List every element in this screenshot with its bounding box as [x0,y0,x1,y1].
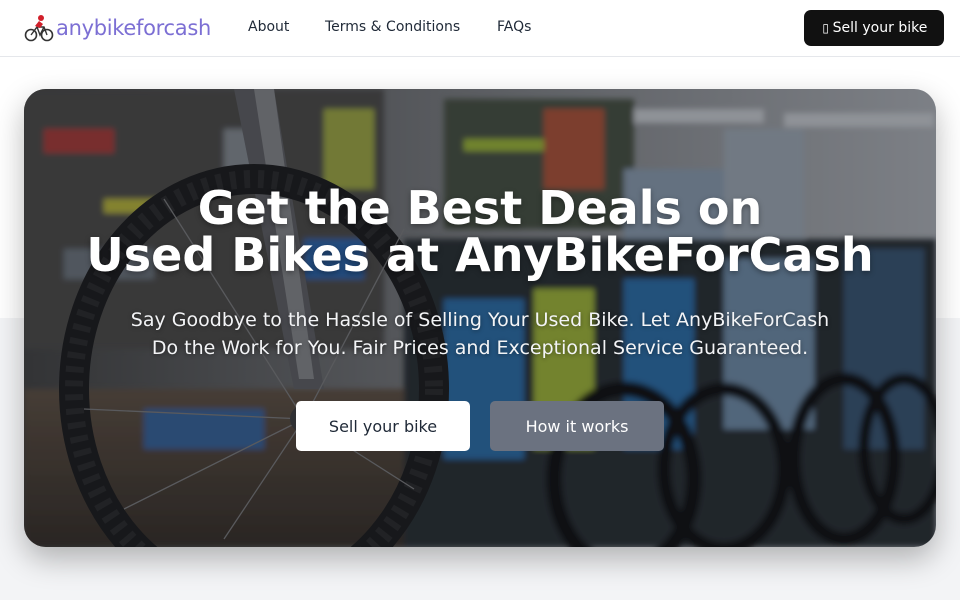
nav-faqs[interactable]: FAQs [497,19,531,35]
site-logo[interactable]: anybikeforcash [24,12,211,44]
logo-wordmark: anybikeforcash [56,15,211,40]
hero-title-line2: Used Bikes at AnyBikeForCash [86,228,874,282]
header-sell-bike-button[interactable]: ▯ Sell your bike [804,10,944,46]
nav-terms-conditions[interactable]: Terms & Conditions [325,19,460,35]
hero-sell-bike-button[interactable]: Sell your bike [296,401,470,451]
bike-icon: ▯ [822,21,829,35]
cyclist-logo-icon [24,15,54,42]
hero-title-line1: Get the Best Deals on [197,181,763,235]
nav-about[interactable]: About [248,19,289,35]
hero-subtitle-line2: Do the Work for You. Fair Prices and Exc… [151,337,809,359]
header-sell-bike-label: Sell your bike [832,20,928,36]
hero-how-it-works-button[interactable]: How it works [490,401,664,451]
site-header: anybikeforcash About Terms & Conditions … [0,0,960,57]
hero-subtitle-line1: Say Goodbye to the Hassle of Selling You… [130,309,830,331]
hero-title: Get the Best Deals on Used Bikes at AnyB… [24,185,936,279]
hero-subtitle: Say Goodbye to the Hassle of Selling You… [94,306,866,362]
hero-banner: Get the Best Deals on Used Bikes at AnyB… [24,89,936,547]
